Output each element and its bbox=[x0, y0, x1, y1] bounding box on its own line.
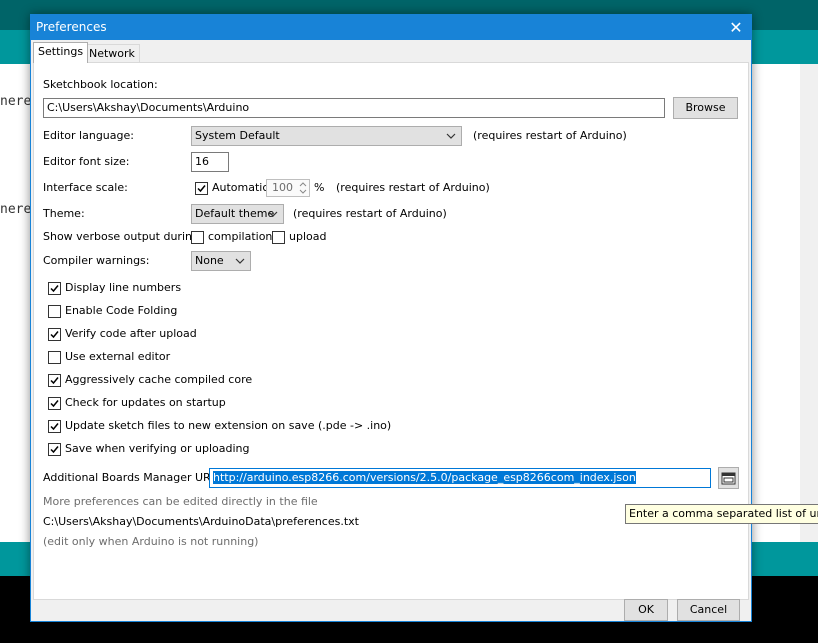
code-line: nere bbox=[0, 94, 32, 109]
chevron-down-icon bbox=[235, 258, 245, 264]
theme-value: Default theme bbox=[195, 207, 275, 220]
verbose-upload-label: upload bbox=[289, 230, 327, 243]
boards-urls-value: http://arduino.esp8266.com/versions/2.5.… bbox=[213, 471, 636, 484]
verify-after-upload-checkbox[interactable] bbox=[48, 328, 61, 341]
edit-urls-button[interactable] bbox=[718, 467, 739, 489]
interface-scale-note: (requires restart of Arduino) bbox=[336, 181, 490, 194]
dialog-titlebar[interactable]: Preferences ✕ bbox=[31, 15, 751, 40]
checkmark-icon bbox=[50, 377, 59, 385]
checkmark-icon bbox=[50, 423, 59, 431]
boards-urls-input[interactable]: http://arduino.esp8266.com/versions/2.5.… bbox=[209, 468, 711, 488]
verbose-compilation-checkbox[interactable] bbox=[191, 231, 204, 244]
option-label: Display line numbers bbox=[65, 281, 182, 294]
interface-scale-label: Interface scale: bbox=[43, 181, 128, 194]
chevron-down-icon bbox=[268, 211, 278, 217]
editor-language-select[interactable]: System Default bbox=[191, 126, 462, 146]
preferences-dialog: Preferences ✕ Settings Network Sketchboo… bbox=[30, 14, 752, 622]
compiler-warnings-value: None bbox=[195, 254, 224, 267]
checkmark-icon bbox=[50, 446, 59, 454]
save-when-verifying-checkbox[interactable] bbox=[48, 443, 61, 456]
editor-language-label: Editor language: bbox=[43, 129, 134, 142]
option-label: Aggressively cache compiled core bbox=[65, 373, 253, 386]
use-external-editor-checkbox[interactable] bbox=[48, 351, 61, 364]
theme-note: (requires restart of Arduino) bbox=[293, 207, 447, 220]
boards-urls-tooltip: Enter a comma separated list of urls bbox=[625, 504, 818, 524]
window-list-icon bbox=[721, 472, 736, 485]
sketchbook-label: Sketchbook location: bbox=[43, 78, 158, 91]
checkmark-icon bbox=[50, 400, 59, 408]
browse-button[interactable]: Browse bbox=[673, 97, 738, 119]
option-label: Enable Code Folding bbox=[65, 304, 178, 317]
tab-settings[interactable]: Settings bbox=[33, 42, 89, 63]
close-button[interactable]: ✕ bbox=[721, 15, 751, 40]
edit-when-not-running-note: (edit only when Arduino is not running) bbox=[43, 535, 259, 548]
ok-button[interactable]: OK bbox=[624, 599, 668, 621]
option-label: Save when verifying or uploading bbox=[65, 442, 250, 455]
theme-label: Theme: bbox=[43, 207, 85, 220]
tab-settings-label: Settings bbox=[38, 45, 84, 58]
editor-language-value: System Default bbox=[195, 129, 280, 142]
option-label: Check for updates on startup bbox=[65, 396, 226, 409]
checkmark-icon bbox=[197, 185, 206, 193]
sketchbook-location-input[interactable]: C:\Users\Akshay\Documents\Arduino bbox=[43, 98, 665, 118]
automatic-scale-label: Automatic bbox=[212, 181, 269, 194]
tab-network-label: Network bbox=[89, 47, 135, 60]
verbose-output-label: Show verbose output during: bbox=[43, 230, 203, 243]
checkmark-icon bbox=[50, 285, 59, 293]
checkmark-icon bbox=[50, 331, 59, 339]
compiler-warnings-select[interactable]: None bbox=[191, 251, 251, 271]
verbose-compilation-label: compilation bbox=[208, 230, 273, 243]
more-preferences-note: More preferences can be edited directly … bbox=[43, 495, 318, 508]
font-size-label: Editor font size: bbox=[43, 155, 130, 168]
option-label: Verify code after upload bbox=[65, 327, 197, 340]
check-updates-checkbox[interactable] bbox=[48, 397, 61, 410]
cancel-button[interactable]: Cancel bbox=[677, 599, 740, 621]
compiler-warnings-label: Compiler warnings: bbox=[43, 254, 150, 267]
spin-down-icon[interactable] bbox=[297, 188, 309, 196]
dialog-footer: OK Cancel bbox=[31, 599, 751, 621]
option-label: Update sketch files to new extension on … bbox=[65, 419, 392, 432]
automatic-scale-checkbox[interactable] bbox=[195, 182, 208, 195]
editor-language-note: (requires restart of Arduino) bbox=[473, 129, 627, 142]
close-icon: ✕ bbox=[729, 18, 743, 37]
cache-compiled-core-checkbox[interactable] bbox=[48, 374, 61, 387]
boards-urls-label: Additional Boards Manager URLs: bbox=[43, 471, 227, 484]
chevron-down-icon bbox=[446, 133, 456, 139]
enable-code-folding-checkbox[interactable] bbox=[48, 305, 61, 318]
update-sketch-extension-checkbox[interactable] bbox=[48, 420, 61, 433]
percent-sign: % bbox=[314, 181, 325, 194]
display-line-numbers-checkbox[interactable] bbox=[48, 282, 61, 295]
font-size-input[interactable]: 16 bbox=[191, 152, 229, 172]
spin-up-icon[interactable] bbox=[297, 180, 309, 188]
verbose-upload-checkbox[interactable] bbox=[272, 231, 285, 244]
editor-scrollbar[interactable] bbox=[800, 64, 818, 542]
scale-spinner[interactable]: 100 bbox=[266, 179, 310, 197]
option-label: Use external editor bbox=[65, 350, 171, 363]
preferences-file-path[interactable]: C:\Users\Akshay\Documents\ArduinoData\pr… bbox=[43, 515, 359, 528]
scale-value: 100 bbox=[272, 181, 293, 194]
dialog-title: Preferences bbox=[36, 20, 107, 34]
tab-network[interactable]: Network bbox=[84, 44, 140, 63]
theme-select[interactable]: Default theme bbox=[191, 204, 284, 224]
